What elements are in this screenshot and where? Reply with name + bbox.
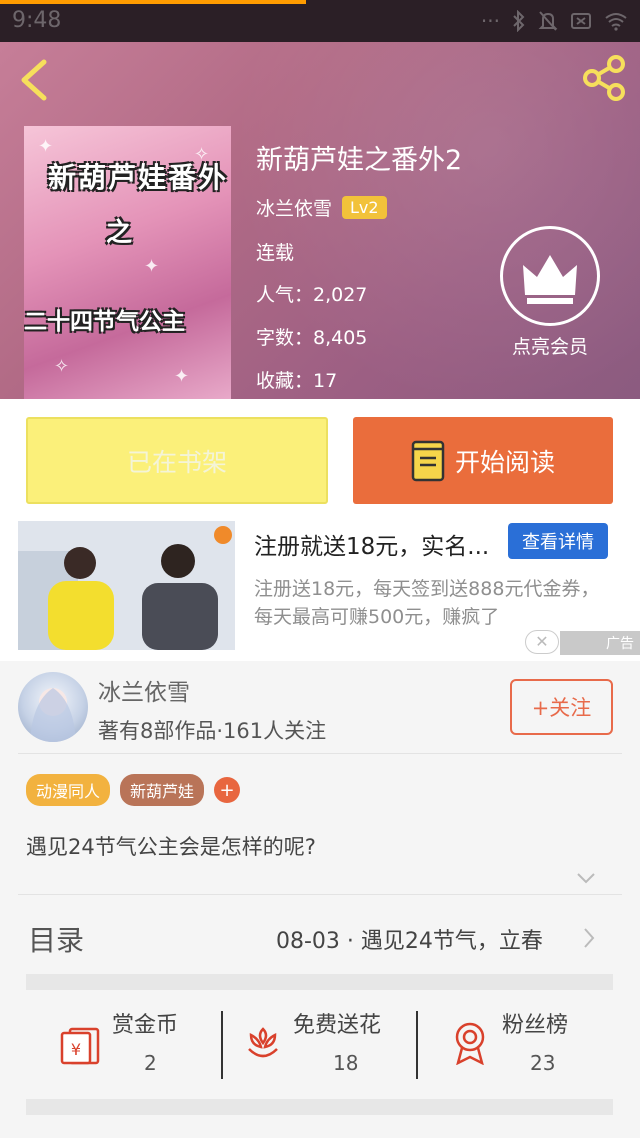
send-flowers-button[interactable]: 免费送花 18 xyxy=(223,991,416,1095)
status-time: 9:48 xyxy=(12,8,62,33)
author-card-name[interactable]: 冰兰依雪 xyxy=(98,673,190,707)
chevron-down-icon[interactable] xyxy=(576,871,596,885)
book-header: ✦ ✧ ✦ ✧ ✦ 新葫芦娃番外 之 二十四节气公主 新葫芦娃之番外2 冰兰依雪… xyxy=(0,42,640,399)
level-badge: Lv2 xyxy=(342,196,387,219)
dots-icon: ··· xyxy=(480,9,500,33)
book-cover[interactable]: ✦ ✧ ✦ ✧ ✦ 新葫芦娃番外 之 二十四节气公主 xyxy=(24,126,231,399)
reward-coins-label: 赏金币 xyxy=(112,1013,179,1038)
reward-coins-count: 2 xyxy=(144,1051,157,1075)
ad-photo xyxy=(18,521,235,650)
send-flowers-label: 免费送花 xyxy=(293,1013,382,1038)
ad-details-button[interactable]: 查看详情 xyxy=(508,523,608,559)
sim-icon xyxy=(571,13,591,29)
ad-image[interactable] xyxy=(18,521,235,650)
avatar-image xyxy=(30,688,76,742)
crown-icon xyxy=(523,255,577,304)
ad-close-icon[interactable]: ✕ xyxy=(525,630,559,654)
author-avatar[interactable] xyxy=(18,672,88,742)
serial-status: 连载 xyxy=(256,242,295,264)
mute-icon xyxy=(538,11,558,31)
cover-middle-text: 之 xyxy=(106,218,133,248)
divider xyxy=(18,753,622,754)
favorites-count: 收藏：17 xyxy=(256,370,338,392)
sparkle-icon: ✧ xyxy=(54,356,70,377)
author-card-stats: 著有8部作品·161人关注 xyxy=(98,719,327,743)
popularity-count: 人气：2,027 xyxy=(256,284,368,306)
status-icons: ··· xyxy=(481,10,628,32)
book-title: 新葫芦娃之番外2 xyxy=(256,145,463,176)
loading-progress-bar xyxy=(0,0,306,4)
fan-ranking-count: 23 xyxy=(530,1051,556,1075)
medal-icon xyxy=(455,1022,485,1065)
section-divider xyxy=(26,1099,613,1115)
book-detail-panel: 冰兰依雪 著有8部作品·161人关注 +关注 动漫同人 新葫芦娃 + 遇见24节… xyxy=(0,661,640,1138)
cover-subtitle-text: 二十四节气公主 xyxy=(24,309,185,335)
share-icon[interactable] xyxy=(580,54,628,102)
status-bar: 9:48 ··· xyxy=(0,0,640,42)
sparkle-icon: ✦ xyxy=(174,366,190,387)
vip-button[interactable] xyxy=(500,226,600,326)
add-tag-button[interactable]: + xyxy=(214,777,241,803)
ad-label: 广告 xyxy=(560,631,640,655)
ad-banner[interactable]: 注册就送18元，实名... 查看详情 注册送18元，每天签到送888元代金券，每… xyxy=(0,521,640,661)
author-name[interactable]: 冰兰依雪 xyxy=(256,194,332,221)
tag-chip[interactable]: 动漫同人 xyxy=(26,774,111,806)
start-reading-label: 开始阅读 xyxy=(454,447,555,477)
flower-icon xyxy=(248,1027,278,1058)
latest-chapter[interactable]: 08-03 · 遇见24节气，立春 xyxy=(276,923,543,955)
svg-text:¥: ¥ xyxy=(71,1040,81,1059)
chevron-right-icon[interactable] xyxy=(582,927,596,949)
book-summary: 遇见24节气公主会是怎样的呢? xyxy=(26,835,316,859)
in-bookshelf-button[interactable]: 已在书架 xyxy=(26,417,328,504)
toc-label[interactable]: 目录 xyxy=(28,919,84,959)
sparkle-icon: ✦ xyxy=(144,256,160,277)
word-count: 字数：8,405 xyxy=(256,327,368,349)
send-flowers-count: 18 xyxy=(333,1051,359,1075)
ad-description: 注册送18元，每天签到送888元代金券，每天最高可赚500元，赚疯了 xyxy=(254,578,600,628)
reader-actions: ¥ 赏金币 2 免费送花 18 粉丝榜 23 xyxy=(26,991,613,1095)
red-envelope-icon: ¥ xyxy=(60,1027,100,1065)
back-arrow-icon[interactable] xyxy=(16,58,52,102)
start-reading-button[interactable]: 开始阅读 xyxy=(353,417,613,504)
book-icon xyxy=(411,440,445,481)
wifi-icon xyxy=(605,13,627,31)
author-line: 冰兰依雪 Lv2 xyxy=(256,194,387,221)
tag-list: 动漫同人 新葫芦娃 + xyxy=(26,774,241,806)
tag-chip[interactable]: 新葫芦娃 xyxy=(120,774,205,806)
sparkle-icon: ✦ xyxy=(38,136,54,157)
fan-ranking-label: 粉丝榜 xyxy=(502,1013,569,1038)
bluetooth-icon xyxy=(513,10,525,32)
ad-title[interactable]: 注册就送18元，实名... xyxy=(254,527,489,561)
action-buttons: 已在书架 开始阅读 xyxy=(0,399,640,521)
cover-title-text: 新葫芦娃番外 xyxy=(48,161,229,194)
section-divider xyxy=(26,974,613,990)
divider xyxy=(18,894,622,895)
fan-ranking-button[interactable]: 粉丝榜 23 xyxy=(418,991,613,1095)
follow-button[interactable]: +关注 xyxy=(510,679,613,735)
reward-coins-button[interactable]: ¥ 赏金币 2 xyxy=(26,991,222,1095)
vip-label[interactable]: 点亮会员 xyxy=(480,332,620,359)
